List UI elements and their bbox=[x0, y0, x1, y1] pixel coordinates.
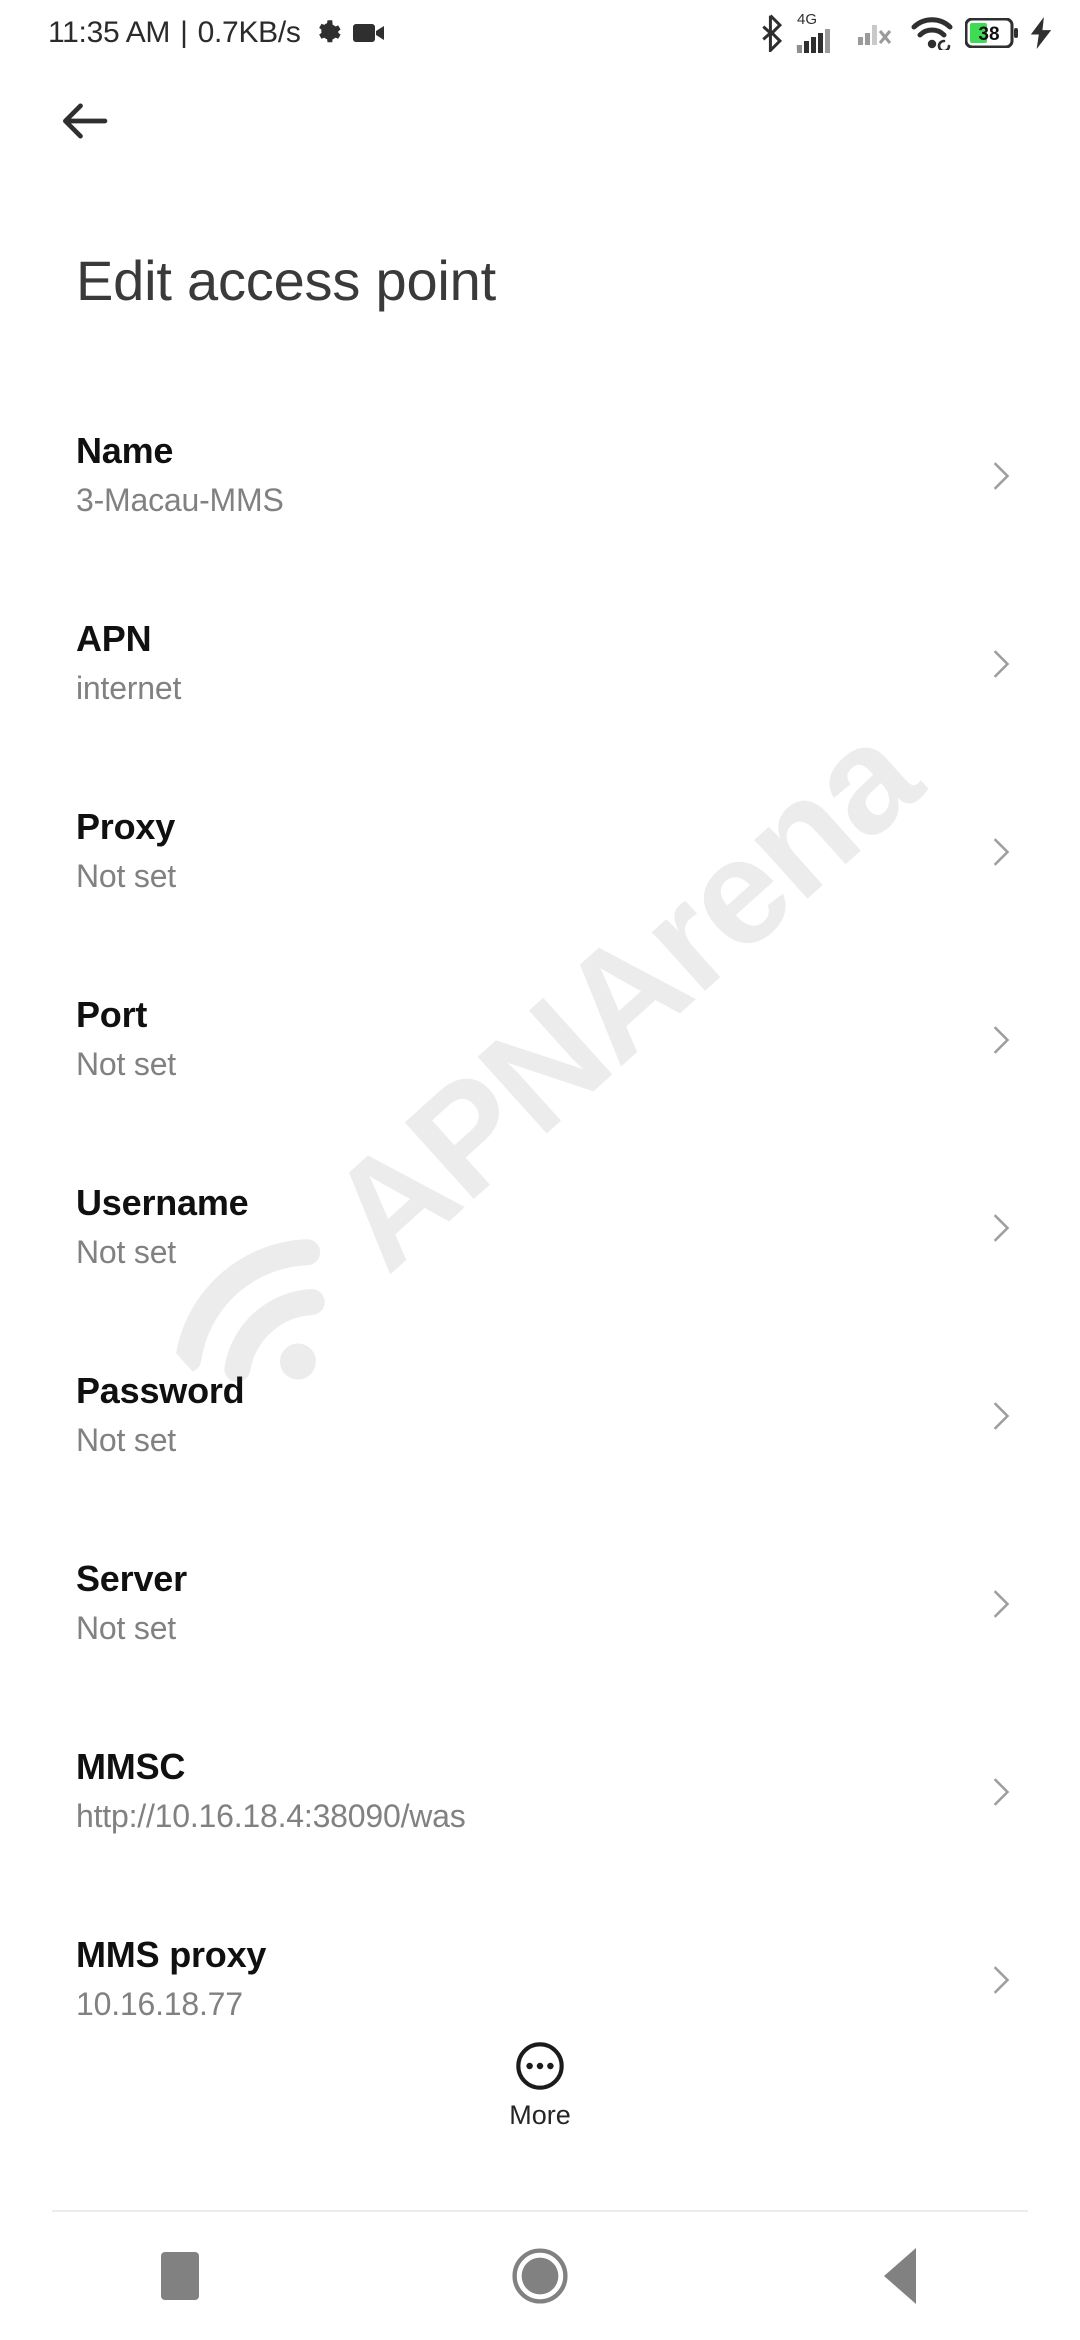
status-bar-network-speed: 0.7KB/s bbox=[197, 16, 301, 49]
row-value: Not set bbox=[76, 858, 176, 895]
phone-screen: 11:35 AM | 0.7KB/s 4G 38 Edit access poi… bbox=[0, 0, 1080, 2340]
chevron-right-icon bbox=[982, 1586, 1018, 1622]
row-title: APN bbox=[76, 617, 152, 659]
back-button[interactable] bbox=[36, 73, 132, 169]
status-bar-right: 4G 38 bbox=[759, 12, 1052, 54]
video-camera-icon bbox=[352, 21, 387, 45]
chevron-right-icon bbox=[982, 1022, 1018, 1058]
chevron-right-icon bbox=[982, 1398, 1018, 1434]
row-value: http://10.16.18.4:38090/was bbox=[76, 1798, 466, 1835]
chevron-right-icon bbox=[982, 1962, 1018, 1998]
row-title: Username bbox=[76, 1181, 249, 1223]
recents-square-icon[interactable] bbox=[0, 2212, 360, 2340]
home-circle-icon[interactable] bbox=[360, 2212, 720, 2340]
back-triangle-icon[interactable] bbox=[720, 2212, 1080, 2340]
navigation-bar bbox=[0, 2212, 1080, 2340]
chevron-right-icon bbox=[982, 1210, 1018, 1246]
row-title: Password bbox=[76, 1369, 245, 1411]
row-value: internet bbox=[76, 670, 182, 707]
row-title: Proxy bbox=[76, 805, 176, 847]
row-value: Not set bbox=[76, 1046, 176, 1083]
settings-row-server[interactable]: Server Not set bbox=[0, 1510, 1080, 1698]
row-value: Not set bbox=[76, 1234, 176, 1271]
battery-icon: 38 bbox=[965, 18, 1019, 48]
row-value: 3-Macau-MMS bbox=[76, 482, 284, 519]
row-value: 10.16.18.77 bbox=[76, 1986, 243, 2023]
row-value: Not set bbox=[76, 1610, 176, 1647]
recents-square-glyph bbox=[161, 2252, 199, 2300]
signal-no-sim-icon bbox=[857, 20, 899, 46]
gear-icon bbox=[313, 18, 343, 48]
chevron-right-icon bbox=[982, 458, 1018, 494]
back-triangle-glyph bbox=[884, 2248, 916, 2304]
status-bar-clock: 11:35 AM bbox=[48, 16, 171, 49]
home-circle-glyph bbox=[511, 2247, 569, 2305]
settings-row-mmsc[interactable]: MMSC http://10.16.18.4:38090/was bbox=[0, 1698, 1080, 1886]
charging-bolt-icon bbox=[1030, 17, 1052, 49]
wifi-icon bbox=[910, 16, 954, 50]
settings-row-username[interactable]: Username Not set bbox=[0, 1134, 1080, 1322]
app-bar bbox=[0, 66, 1080, 176]
bluetooth-icon bbox=[759, 14, 785, 52]
row-title: Port bbox=[76, 993, 148, 1035]
more-label: More bbox=[509, 2100, 571, 2130]
network-type-label: 4G bbox=[797, 11, 818, 28]
status-bar-separator: | bbox=[180, 16, 188, 49]
settings-row-apn[interactable]: APN internet bbox=[0, 570, 1080, 758]
row-title: MMSC bbox=[76, 1745, 186, 1787]
chevron-right-icon bbox=[982, 1774, 1018, 1810]
settings-row-name[interactable]: Name 3-Macau-MMS bbox=[0, 382, 1080, 570]
more-button[interactable]: More bbox=[0, 2040, 1080, 2131]
arrow-left-icon bbox=[56, 93, 112, 149]
row-title: Server bbox=[76, 1557, 187, 1599]
svg-text:38: 38 bbox=[978, 24, 999, 45]
row-title: MMS proxy bbox=[76, 1933, 267, 1975]
settings-row-password[interactable]: Password Not set bbox=[0, 1322, 1080, 1510]
signal-4g-icon: 4G bbox=[796, 12, 846, 54]
more-circle-icon bbox=[514, 2040, 566, 2092]
row-title: Name bbox=[76, 429, 174, 471]
status-bar: 11:35 AM | 0.7KB/s 4G 38 bbox=[0, 0, 1080, 66]
row-value: Not set bbox=[76, 1422, 176, 1459]
settings-list: Name 3-Macau-MMS APN internet Proxy Not … bbox=[0, 382, 1080, 2074]
status-bar-left: 11:35 AM | 0.7KB/s bbox=[48, 16, 387, 50]
settings-row-port[interactable]: Port Not set bbox=[0, 946, 1080, 1134]
chevron-right-icon bbox=[982, 834, 1018, 870]
chevron-right-icon bbox=[982, 646, 1018, 682]
page-title: Edit access point bbox=[76, 249, 496, 312]
settings-row-proxy[interactable]: Proxy Not set bbox=[0, 758, 1080, 946]
